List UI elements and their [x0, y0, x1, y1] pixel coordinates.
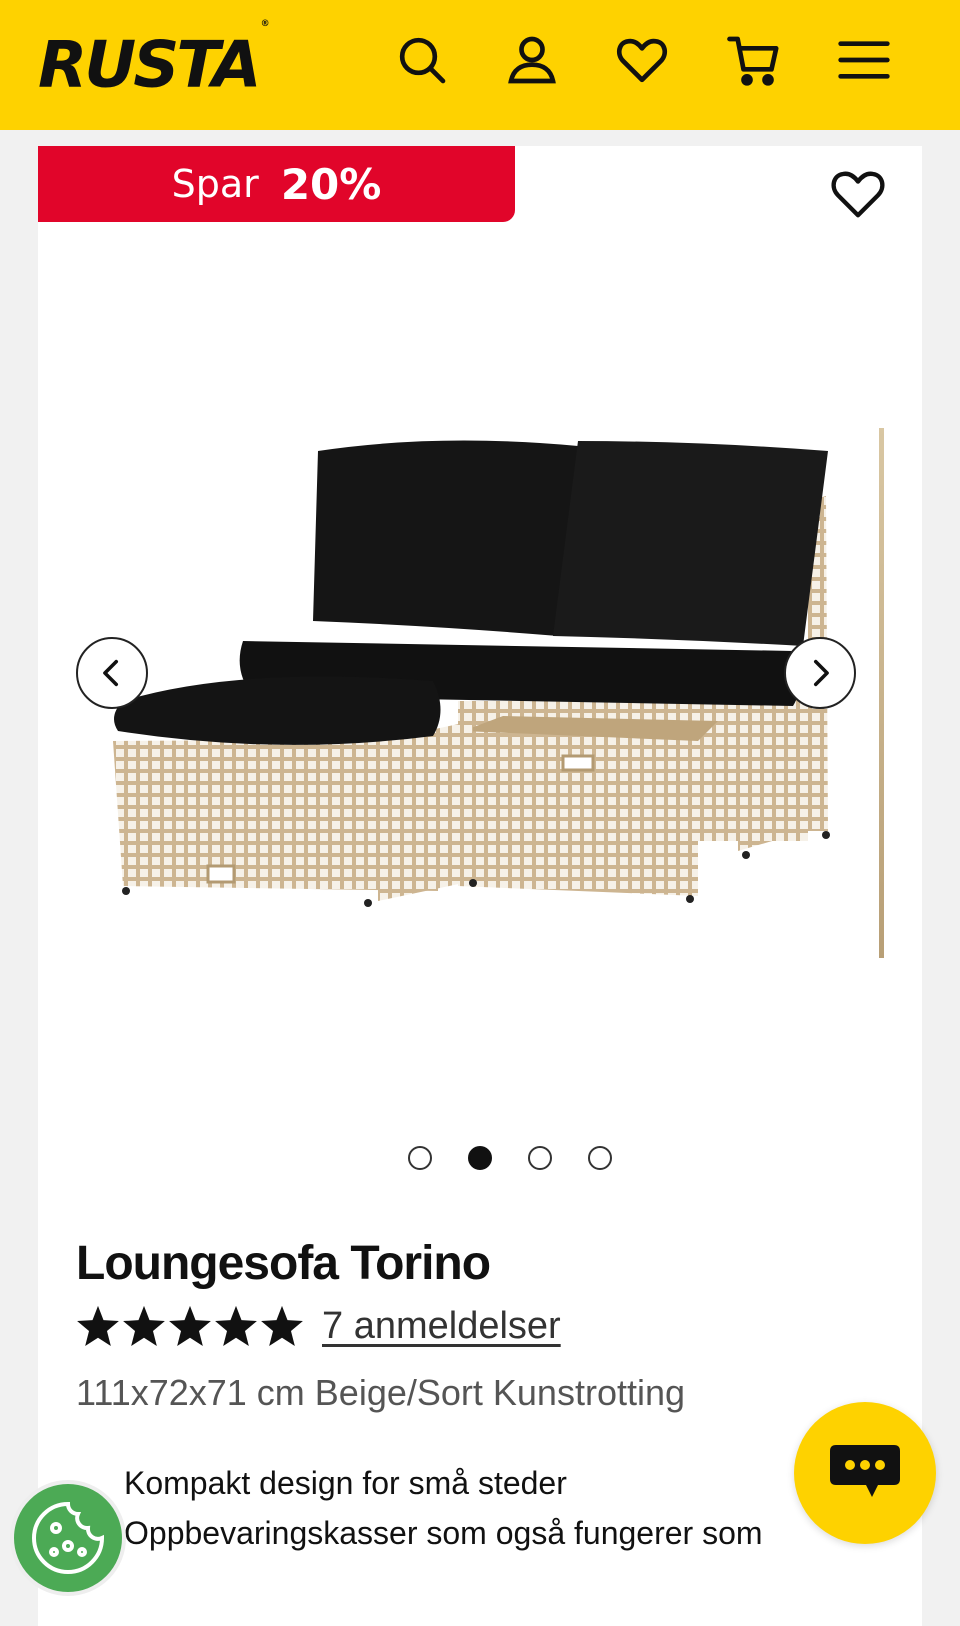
search-icon — [399, 37, 446, 84]
add-to-wishlist-button[interactable] — [828, 164, 888, 224]
account-button[interactable] — [502, 30, 562, 90]
reviews-link[interactable]: 7 anmeldelser — [322, 1305, 561, 1348]
carousel-prev-button[interactable] — [76, 637, 148, 709]
product-title: Loungesofa Torino — [76, 1237, 491, 1290]
wishlist-icon — [616, 38, 668, 83]
menu-icon — [838, 41, 890, 79]
menu-button[interactable] — [834, 30, 894, 90]
next-image-peek — [879, 428, 884, 958]
registered-mark: ® — [260, 19, 270, 29]
discount-prefix: Spar — [171, 162, 259, 206]
cart-button[interactable] — [724, 30, 784, 90]
chevron-right-icon — [813, 659, 829, 687]
chat-bubble-icon — [830, 1445, 900, 1497]
star-icon — [169, 1305, 211, 1346]
star-icon — [123, 1305, 165, 1346]
logo-text: RUSTA — [38, 28, 262, 103]
discount-value: 20% — [280, 159, 382, 209]
star-icon — [261, 1305, 303, 1346]
chat-button[interactable] — [794, 1402, 936, 1544]
discount-badge: Spar 20% — [38, 146, 515, 222]
carousel-pagination — [38, 1146, 922, 1176]
cookie-settings-button[interactable] — [10, 1480, 126, 1596]
rating-stars — [76, 1304, 304, 1348]
feature-item: Kompakt design for små steder — [124, 1465, 567, 1501]
carousel-dot[interactable] — [588, 1146, 612, 1170]
product-image[interactable] — [78, 411, 898, 941]
carousel-next-button[interactable] — [784, 637, 856, 709]
carousel-dot[interactable] — [408, 1146, 432, 1170]
rusta-logo[interactable]: RUSTA® — [38, 19, 270, 105]
site-header: RUSTA® — [0, 0, 960, 130]
wishlist-button[interactable] — [612, 30, 672, 90]
star-icon — [215, 1305, 257, 1346]
heart-icon — [831, 171, 885, 218]
chevron-left-icon — [103, 659, 119, 687]
feature-list: Kompakt design for små steder Oppbevarin… — [124, 1458, 763, 1558]
product-rating: 7 anmeldelser — [76, 1304, 561, 1348]
carousel-dot[interactable] — [528, 1146, 552, 1170]
search-button[interactable] — [392, 30, 452, 90]
carousel-dot-active[interactable] — [468, 1146, 492, 1170]
product-specs: 111x72x71 cm Beige/Sort Kunstrotting — [76, 1372, 686, 1413]
product-card: Spar 20% Loungesofa Torino 7 anmeldelser… — [38, 146, 922, 1626]
cart-icon — [727, 36, 779, 86]
account-icon — [508, 36, 556, 84]
star-icon — [77, 1305, 119, 1346]
feature-item: Oppbevaringskasser som også fungerer som — [124, 1515, 763, 1551]
cookie-icon — [32, 1501, 105, 1574]
